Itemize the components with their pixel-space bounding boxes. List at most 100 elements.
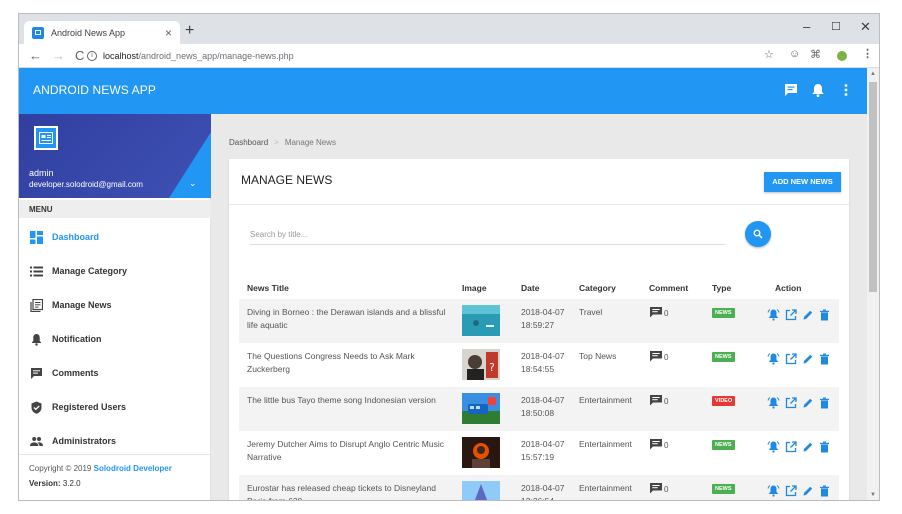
open-external-icon[interactable] [785, 396, 797, 409]
edit-pencil-icon[interactable] [802, 353, 814, 365]
open-external-icon[interactable] [785, 484, 797, 497]
news-title[interactable]: Diving in Borneo : the Derawan islands a… [247, 306, 454, 331]
type-badge: NEWS [712, 440, 735, 450]
sidebar-item-manage-category[interactable]: Manage Category [19, 254, 211, 288]
favicon-icon [32, 26, 44, 39]
comment-count[interactable]: 0 [649, 438, 704, 450]
sidebar-item-label: Comments [52, 368, 99, 378]
search-button[interactable] [745, 221, 771, 247]
news-title[interactable]: Jeremy Dutcher Aims to Disrupt Anglo Cen… [247, 438, 454, 463]
delete-trash-icon[interactable] [819, 309, 830, 321]
minimize-icon[interactable]: – [803, 19, 810, 34]
news-title[interactable]: The Questions Congress Needs to Ask Mark… [247, 350, 454, 375]
news-time: 15:57:19 [521, 451, 555, 462]
verified-user-icon [31, 401, 42, 414]
main-content: Dashboard > Manage News MANAGE NEWS ADD NE… [211, 114, 867, 500]
cell-type: NEWS [704, 343, 751, 387]
delete-trash-icon[interactable] [819, 441, 830, 453]
cell-action [751, 343, 839, 387]
developer-link[interactable]: Solodroid Developer [94, 464, 172, 473]
notify-bell-icon[interactable] [767, 352, 780, 365]
breadcrumb-current: Manage News [284, 138, 336, 147]
url-field[interactable]: i localhost/android_news_app/manage-news… [87, 47, 777, 65]
news-category: Entertainment [579, 395, 632, 405]
notify-bell-icon[interactable] [767, 396, 780, 409]
version-label: Version: [29, 479, 61, 488]
extension-icon[interactable]: ☺ [789, 48, 800, 60]
sidebar-item-notification[interactable]: Notification [19, 322, 211, 356]
android-extension-icon[interactable] [837, 51, 847, 61]
sidebar-item-administrators[interactable]: Administrators [19, 424, 211, 458]
delete-trash-icon[interactable] [819, 353, 830, 365]
comment-count[interactable]: 0 [649, 482, 704, 494]
back-icon[interactable]: ← [29, 48, 42, 63]
sidebar: admin developer.solodroid@gmail.com ⌄ ME… [19, 114, 211, 500]
reload-icon[interactable]: C [75, 48, 84, 63]
bell-icon[interactable] [810, 82, 826, 98]
maximize-icon[interactable]: ☐ [831, 20, 841, 33]
chevron-down-icon[interactable]: ⌄ [189, 178, 197, 189]
sidebar-footer: Copyright © 2019 Solodroid Developer Ver… [19, 454, 211, 500]
cell-category: Entertainment [571, 475, 641, 500]
news-title[interactable]: Eurostar has released cheap tickets to D… [247, 482, 454, 500]
site-info-icon[interactable]: i [87, 51, 97, 61]
news-title[interactable]: The little bus Tayo theme song Indonesia… [247, 394, 454, 407]
search-input[interactable]: Search by title... [250, 227, 725, 245]
add-news-button[interactable]: ADD NEW NEWS [764, 172, 841, 192]
comment-count[interactable]: 0 [649, 394, 704, 406]
bookmark-star-icon[interactable]: ☆ [764, 48, 774, 61]
open-external-icon[interactable] [785, 440, 797, 453]
sidebar-item-manage-news[interactable]: Manage News [19, 288, 211, 322]
cell-type: VIDEO [704, 387, 751, 431]
edit-pencil-icon[interactable] [802, 485, 814, 497]
browser-menu-icon[interactable]: ⋮ [862, 47, 873, 60]
edit-pencil-icon[interactable] [802, 309, 814, 321]
delete-trash-icon[interactable] [819, 397, 830, 409]
app-brand[interactable]: ANDROID NEWS APP [33, 83, 156, 97]
sidebar-item-dashboard[interactable]: Dashboard [19, 220, 211, 254]
comment-count[interactable]: 0 [649, 306, 704, 318]
more-vert-icon[interactable] [838, 82, 854, 98]
open-external-icon[interactable] [785, 352, 797, 365]
news-date: 2018-04-07 [521, 439, 565, 449]
notify-bell-icon[interactable] [767, 440, 780, 453]
news-category: Entertainment [579, 439, 632, 449]
browser-tab[interactable]: Android News App × [24, 21, 180, 44]
message-icon[interactable] [783, 82, 799, 98]
col-title[interactable]: News Title [239, 277, 454, 299]
comment-icon [650, 439, 662, 450]
forward-icon[interactable]: → [52, 48, 65, 63]
comment-count[interactable]: 0 [649, 350, 704, 362]
scroll-up-icon[interactable]: ▲ [870, 71, 876, 77]
news-date: 2018-04-07 [521, 307, 565, 317]
sidebar-item-comments[interactable]: Comments [19, 356, 211, 390]
page-scrollbar[interactable]: ▲ ▼ [867, 68, 879, 500]
new-tab-icon[interactable]: + [185, 22, 194, 40]
edit-pencil-icon[interactable] [802, 397, 814, 409]
news-thumbnail: ? [462, 349, 500, 380]
sidebar-item-label: Dashboard [52, 232, 100, 242]
cell-date: 2018-04-07 15:57:19 [513, 431, 571, 475]
cell-comment: 0 [641, 299, 704, 343]
open-external-icon[interactable] [785, 308, 797, 321]
col-category[interactable]: Category [571, 277, 641, 299]
col-date[interactable]: Date [513, 277, 571, 299]
user-name: admin [29, 168, 54, 178]
edit-pencil-icon[interactable] [802, 441, 814, 453]
breadcrumb-home[interactable]: Dashboard [229, 138, 268, 147]
app-header: ANDROID NEWS APP [19, 68, 867, 114]
scrollbar-thumb[interactable] [869, 82, 877, 292]
notify-bell-icon[interactable] [767, 308, 780, 321]
news-card: MANAGE NEWS ADD NEW NEWS Search by title… [229, 159, 849, 500]
delete-trash-icon[interactable] [819, 485, 830, 497]
notify-bell-icon[interactable] [767, 484, 780, 497]
news-thumbnail [462, 393, 500, 424]
sidebar-item-registered-users[interactable]: Registered Users [19, 390, 211, 424]
cell-comment: 0 [641, 387, 704, 431]
comment-count-value: 0 [664, 309, 669, 318]
cast-icon[interactable]: ⌘ [810, 48, 821, 61]
tab-close-icon[interactable]: × [165, 26, 172, 40]
window-close-icon[interactable]: ✕ [860, 19, 871, 35]
comment-count-value: 0 [664, 397, 669, 406]
scroll-down-icon[interactable]: ▼ [870, 492, 876, 498]
